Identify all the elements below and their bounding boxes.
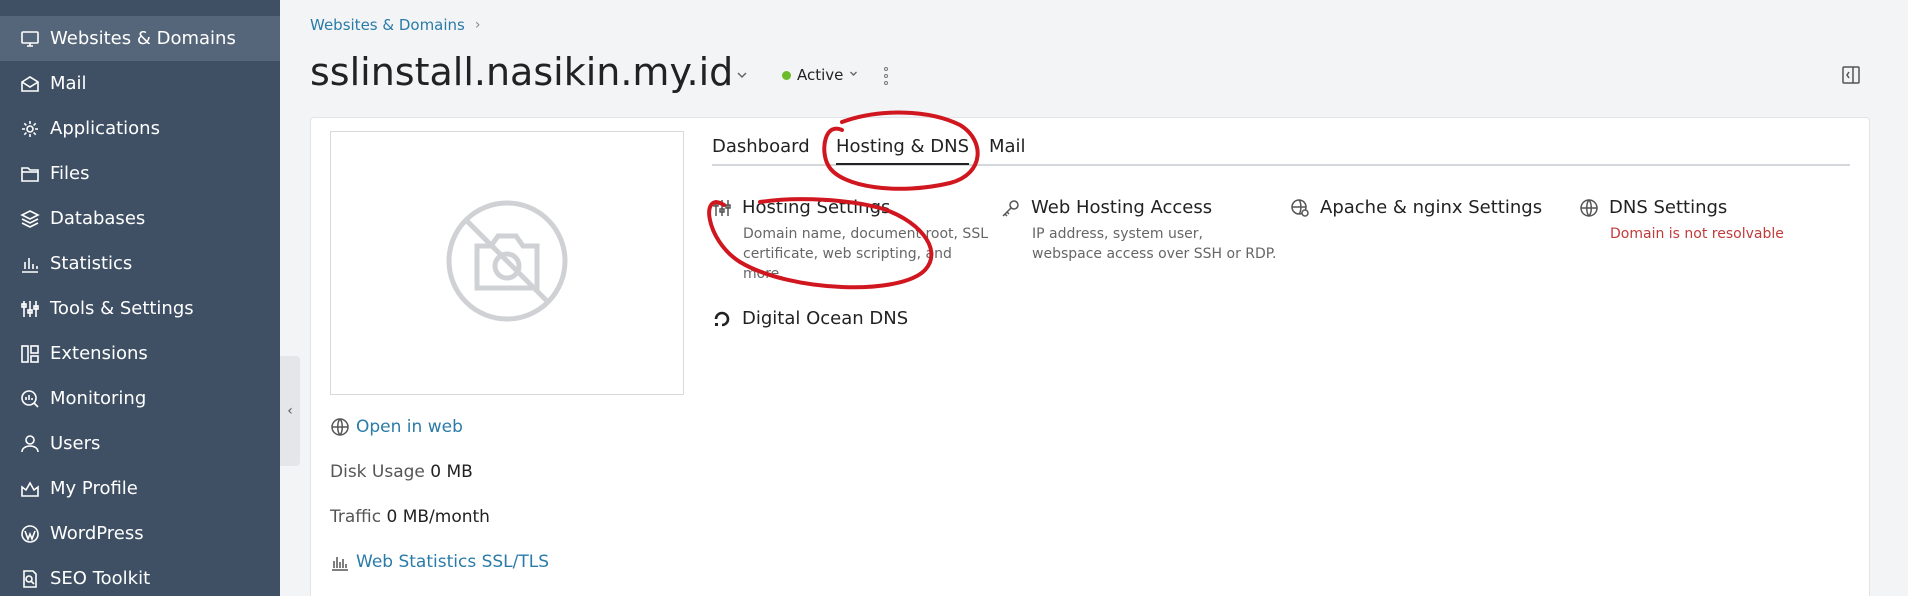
sidebar-item-users[interactable]: Users [0, 421, 280, 466]
status-dropdown[interactable]: Active [782, 66, 858, 84]
sidebar-item-wordpress[interactable]: WordPress [0, 511, 280, 556]
breadcrumb: Websites & Domains › [310, 16, 480, 34]
traffic: Traffic 0 MB/month [330, 507, 490, 527]
sidebar-item-label: My Profile [50, 478, 138, 499]
sidebar-item-files[interactable]: Files [0, 151, 280, 196]
key-icon [1001, 198, 1021, 218]
profile-icon [20, 479, 40, 499]
disk-usage-value: 0 MB [430, 462, 473, 482]
breadcrumb-link[interactable]: Websites & Domains [310, 16, 465, 34]
more-actions-button[interactable] [880, 64, 892, 88]
panel-toggle-icon[interactable] [1840, 64, 1862, 86]
seo-icon [20, 569, 40, 589]
tile-description: Domain name, document root, SSL certific… [743, 226, 989, 282]
bar-chart-icon [20, 254, 40, 274]
tile-title: Hosting Settings [742, 197, 891, 218]
status-dot-icon [782, 70, 791, 80]
globe-icon [330, 417, 350, 437]
monitor-icon [20, 29, 40, 49]
kebab-dot [884, 81, 888, 85]
wordpress-icon [20, 524, 40, 544]
user-icon [20, 434, 40, 454]
sidebar-item-applications[interactable]: Applications [0, 106, 280, 151]
sliders-icon [20, 299, 40, 319]
sidebar-item-label: Files [50, 163, 90, 184]
sidebar: Websites & Domains Mail Applications Fil… [0, 0, 280, 596]
disk-usage: Disk Usage 0 MB [330, 462, 473, 482]
chevron-down-icon[interactable] [736, 66, 748, 85]
sidebar-item-label: Applications [50, 118, 160, 139]
sidebar-item-statistics[interactable]: Statistics [0, 241, 280, 286]
chevron-right-icon: › [474, 17, 481, 33]
tab-hosting-dns[interactable]: Hosting & DNS [836, 136, 970, 165]
sidebar-item-my-profile[interactable]: My Profile [0, 466, 280, 511]
chevron-left-icon: ‹ [287, 403, 293, 419]
bar-chart-icon [330, 552, 350, 572]
tile-apache-nginx-settings[interactable]: Apache & nginx Settings [1290, 197, 1570, 218]
sidebar-item-label: Monitoring [50, 388, 147, 409]
digitalocean-icon [712, 309, 732, 329]
open-in-web-label: Open in web [356, 417, 463, 437]
sidebar-item-label: Tools & Settings [50, 298, 194, 319]
globe-icon [1579, 198, 1599, 218]
sidebar-item-label: Statistics [50, 253, 133, 274]
kebab-dot [884, 74, 888, 78]
monitoring-icon [20, 389, 40, 409]
traffic-label: Traffic [330, 507, 382, 527]
gear-icon [20, 119, 40, 139]
sidebar-item-label: WordPress [50, 523, 144, 544]
open-in-web-link[interactable]: Open in web [330, 417, 463, 437]
tab-mail[interactable]: Mail [989, 136, 1026, 157]
no-screenshot-icon [444, 198, 570, 328]
sidebar-item-label: Users [50, 433, 101, 454]
sidebar-item-label: Databases [50, 208, 146, 229]
tile-digital-ocean-dns[interactable]: Digital Ocean DNS [712, 308, 992, 329]
tile-title: Apache & nginx Settings [1320, 197, 1543, 218]
web-statistics-link[interactable]: Web Statistics SSL/TLS [330, 552, 549, 572]
tile-dns-settings[interactable]: DNS Settings Domain is not resolvable [1579, 197, 1859, 244]
tile-description: IP address, system user, webspace access… [1032, 226, 1277, 262]
tile-title: Web Hosting Access [1031, 197, 1213, 218]
traffic-value: 0 MB/month [386, 507, 490, 527]
tile-title: Digital Ocean DNS [742, 308, 909, 329]
sidebar-item-label: Extensions [50, 343, 148, 364]
extensions-icon [20, 344, 40, 364]
kebab-dot [884, 67, 888, 71]
sidebar-item-label: Mail [50, 73, 87, 94]
sidebar-item-extensions[interactable]: Extensions [0, 331, 280, 376]
tab-bar: Dashboard Hosting & DNS Mail [712, 136, 1850, 166]
dns-error-text: Domain is not resolvable [1610, 226, 1784, 242]
database-icon [20, 209, 40, 229]
folder-icon [20, 164, 40, 184]
sidebar-item-label: Websites & Domains [50, 28, 236, 49]
globe-gear-icon [1290, 198, 1310, 218]
tile-title: DNS Settings [1609, 197, 1728, 218]
status-label: Active [797, 66, 844, 84]
sidebar-item-databases[interactable]: Databases [0, 196, 280, 241]
tile-web-hosting-access[interactable]: Web Hosting Access IP address, system us… [1001, 197, 1281, 264]
sidebar-collapse-button[interactable]: ‹ [280, 356, 300, 466]
web-statistics-label: Web Statistics SSL/TLS [356, 552, 550, 572]
sidebar-item-monitoring[interactable]: Monitoring [0, 376, 280, 421]
site-preview [330, 131, 684, 395]
tile-hosting-settings[interactable]: Hosting Settings Domain name, document r… [712, 197, 992, 284]
mail-icon [20, 74, 40, 94]
chevron-down-icon [849, 69, 858, 81]
sidebar-item-seo-toolkit[interactable]: SEO Toolkit [0, 556, 280, 596]
disk-usage-label: Disk Usage [330, 462, 425, 482]
tab-dashboard[interactable]: Dashboard [712, 136, 810, 157]
sidebar-item-tools-settings[interactable]: Tools & Settings [0, 286, 280, 331]
sidebar-item-label: SEO Toolkit [50, 568, 151, 589]
sidebar-item-mail[interactable]: Mail [0, 61, 280, 106]
sliders-icon [712, 198, 732, 218]
sidebar-item-websites-domains[interactable]: Websites & Domains [0, 16, 280, 61]
page-title: sslinstall.nasikin.my.id [310, 50, 734, 94]
